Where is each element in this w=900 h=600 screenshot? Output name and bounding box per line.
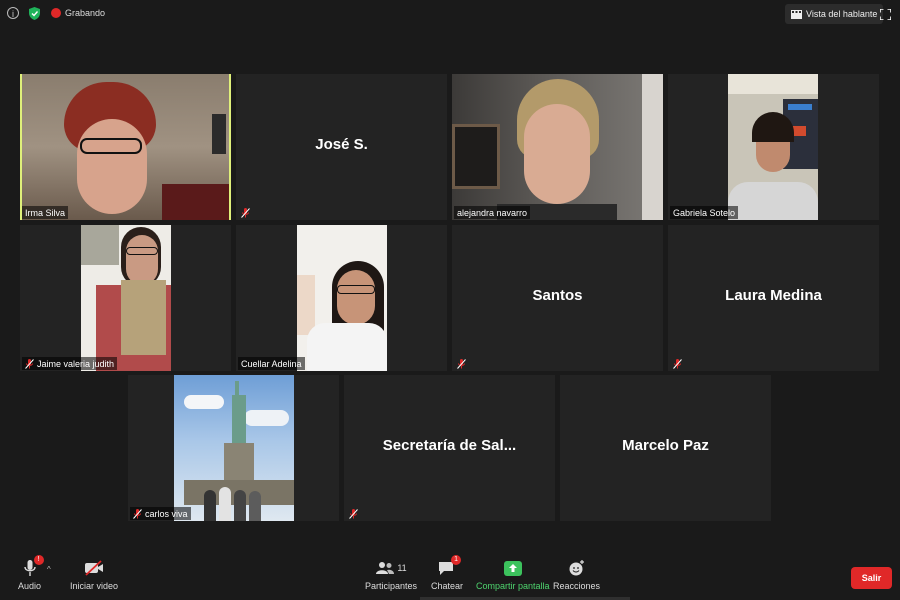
participant-name-label xyxy=(346,507,361,520)
speaker-view-button[interactable]: Vista del hablante xyxy=(785,4,884,24)
participant-name-label xyxy=(670,357,685,370)
muted-mic-icon xyxy=(133,508,142,519)
participants-label: Participantes xyxy=(365,581,418,591)
audio-button[interactable]: ! Audio xyxy=(18,555,44,591)
share-screen-button[interactable]: Compartir pantalla xyxy=(476,558,550,591)
fullscreen-icon[interactable] xyxy=(880,9,891,20)
video-tile-jaime-valeria-judith[interactable]: Jaime valeria judith xyxy=(20,225,231,371)
participant-display-name: José S. xyxy=(315,136,368,153)
participants-icon xyxy=(376,562,395,574)
participant-video xyxy=(452,74,663,220)
exit-meeting-button[interactable]: Salir xyxy=(851,567,892,589)
audio-options-chevron-icon[interactable]: ^ xyxy=(47,565,51,574)
video-tile-marcelo-paz[interactable]: Marcelo Paz xyxy=(560,375,771,521)
participant-name-label: Jaime valeria judith xyxy=(22,357,118,370)
chat-label: Chatear xyxy=(431,581,464,591)
meeting-toolbar: ! Audio ^ Iniciar video 11 Participantes… xyxy=(0,552,900,600)
reactions-icon xyxy=(569,560,584,576)
shield-icon[interactable] xyxy=(29,7,40,20)
participant-name-label: alejandra navarro xyxy=(454,206,531,219)
video-tile-gabriela-sotelo[interactable]: Gabriela Sotelo xyxy=(668,74,879,220)
audio-warning-badge: ! xyxy=(33,555,44,565)
participant-video xyxy=(297,225,387,371)
participant-name-label xyxy=(238,206,253,219)
top-bar: i Grabando Vista del hablante xyxy=(0,0,900,28)
muted-mic-icon xyxy=(25,358,34,369)
start-video-button[interactable]: Iniciar video xyxy=(70,558,118,591)
participant-name-label xyxy=(454,357,469,370)
muted-mic-icon xyxy=(349,508,358,519)
muted-mic-icon xyxy=(241,207,250,218)
reactions-button[interactable]: Reacciones xyxy=(553,558,600,591)
participants-button[interactable]: 11 Participantes xyxy=(365,558,417,591)
participant-name-label: Gabriela Sotelo xyxy=(670,206,739,219)
muted-mic-icon xyxy=(457,358,466,369)
participant-display-name: Santos xyxy=(532,287,583,304)
participant-name-label: carlos viva xyxy=(130,507,191,520)
participant-video xyxy=(174,375,294,521)
participant-display-name: Marcelo Paz xyxy=(622,437,709,454)
speaker-view-label: Vista del hablante xyxy=(806,9,878,19)
video-tile-laura-medina[interactable]: Laura Medina xyxy=(668,225,879,371)
participant-name-label: Cuellar Adelina xyxy=(238,357,305,370)
video-tile-irma-silva[interactable]: Irma Silva xyxy=(20,74,231,220)
reactions-label: Reacciones xyxy=(553,581,601,591)
recording-icon[interactable] xyxy=(51,8,61,18)
recording-label: Grabando xyxy=(65,8,106,18)
participant-video xyxy=(81,225,171,371)
video-tile-cuellar-adelina[interactable]: Cuellar Adelina xyxy=(236,225,447,371)
video-off-icon xyxy=(85,560,104,576)
participant-video xyxy=(728,74,818,220)
video-tile-secretaria-de-salud[interactable]: Secretaría de Sal... xyxy=(344,375,555,521)
speaker-view-icon xyxy=(791,9,802,19)
share-screen-label: Compartir pantalla xyxy=(476,581,550,591)
share-screen-icon xyxy=(503,560,522,576)
chat-button[interactable]: 1 Chatear xyxy=(431,555,464,591)
participant-video xyxy=(22,74,229,220)
participant-display-name: Secretaría de Sal... xyxy=(382,437,517,454)
participant-name-label: Irma Silva xyxy=(22,206,69,219)
muted-mic-icon xyxy=(673,358,682,369)
start-video-label: Iniciar video xyxy=(70,581,119,591)
audio-label: Audio xyxy=(18,581,42,591)
chat-badge: 1 xyxy=(451,555,462,565)
info-icon[interactable]: i xyxy=(7,7,19,19)
participants-count: 11 xyxy=(397,563,407,573)
video-tile-alejandra-navarro[interactable]: alejandra navarro xyxy=(452,74,663,220)
participant-display-name: Laura Medina xyxy=(725,287,822,304)
video-tile-santos[interactable]: Santos xyxy=(452,225,663,371)
video-tile-jose-s[interactable]: José S. xyxy=(236,74,447,220)
video-tile-carlos-viva[interactable]: carlos viva xyxy=(128,375,339,521)
